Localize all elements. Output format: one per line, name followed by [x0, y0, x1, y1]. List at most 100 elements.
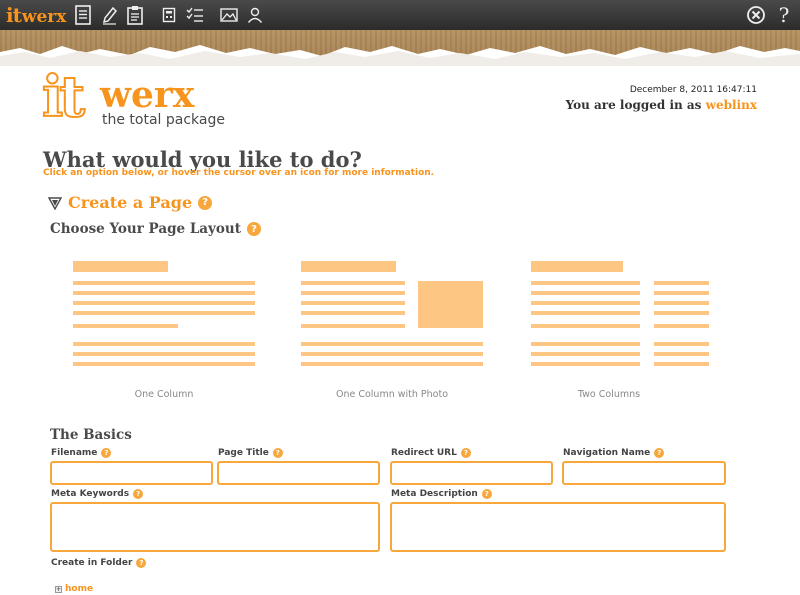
session-datetime: December 8, 2011 16:47:11 — [629, 85, 757, 95]
brand-logo[interactable]: it werx the total package — [41, 63, 242, 131]
pages-icon[interactable] — [72, 4, 94, 26]
filename-label-text: Filename — [51, 448, 98, 458]
calculator-icon[interactable] — [158, 4, 180, 26]
layout-bar — [301, 342, 483, 346]
toolbar-logo[interactable]: it werx — [6, 3, 66, 27]
layout-section-title: Choose Your Page Layout ? — [50, 221, 261, 237]
user-icon[interactable] — [244, 4, 266, 26]
brand-logo-it: it — [41, 63, 86, 131]
folder-tree: + home — [55, 584, 93, 594]
layout-photo-placeholder — [418, 281, 483, 328]
page-title-label-text: Page Title — [218, 448, 269, 458]
help-icon[interactable]: ? — [136, 558, 147, 568]
navigation-name-input[interactable] — [562, 461, 726, 485]
expand-plus-icon[interactable]: + — [55, 585, 62, 593]
layout-bar — [73, 342, 255, 346]
page-subtitle: Click an option below, or hover the curs… — [43, 168, 435, 178]
top-toolbar: it werx ? — [0, 0, 800, 30]
torn-paper-edge — [0, 45, 800, 66]
brand-tagline: the total package — [102, 112, 225, 128]
meta-keywords-input[interactable] — [50, 502, 380, 552]
cardboard-banner — [0, 30, 800, 66]
layout-bar — [73, 362, 255, 366]
brand-logo-werx: werx — [100, 74, 195, 116]
meta-description-input[interactable] — [390, 502, 726, 552]
layout-bar — [531, 362, 640, 366]
clipboard-icon[interactable] — [124, 4, 146, 26]
layout-bar — [654, 352, 709, 356]
help-icon[interactable]: ? — [481, 489, 492, 499]
layout-one-column-photo[interactable] — [301, 258, 483, 370]
help-icon[interactable]: ? — [198, 195, 213, 210]
layout-bar — [531, 342, 640, 346]
layout-label-two-columns[interactable]: Two Columns — [520, 389, 698, 400]
layout-section-title-text: Choose Your Page Layout — [50, 221, 241, 237]
login-username[interactable]: weblinx — [706, 98, 757, 112]
help-icon[interactable]: ? — [460, 448, 471, 458]
layout-bar — [654, 342, 709, 346]
help-icon[interactable]: ? — [133, 489, 144, 499]
layout-bar — [531, 301, 640, 305]
layout-bar — [301, 311, 405, 315]
edit-icon[interactable] — [98, 4, 120, 26]
layout-bar — [654, 291, 709, 295]
toolbar-right-icons: ? — [740, 3, 796, 27]
layout-label-one-column[interactable]: One Column — [73, 389, 255, 400]
layout-bar — [654, 324, 709, 328]
login-prefix: You are logged in as — [565, 98, 702, 112]
navigation-name-label-text: Navigation Name — [563, 448, 651, 458]
layout-bar — [301, 352, 483, 356]
meta-keywords-label-text: Meta Keywords — [51, 489, 130, 499]
help-icon[interactable]: ? — [272, 448, 283, 458]
layout-bar — [73, 301, 255, 305]
folder-tree-item-home[interactable]: home — [65, 584, 93, 594]
layout-bar — [654, 301, 709, 305]
layout-one-column[interactable] — [73, 258, 255, 370]
layout-bar — [73, 324, 178, 328]
layout-bar — [301, 281, 405, 285]
redirect-url-label-text: Redirect URL — [391, 448, 457, 458]
layout-bar — [73, 311, 255, 315]
layout-bar — [73, 291, 255, 295]
page-title-label: Page Title ? — [218, 448, 283, 458]
toolbar-logo-it: it — [6, 3, 22, 27]
layout-bar — [654, 362, 709, 366]
layout-bar — [531, 261, 623, 272]
collapse-arrow-icon[interactable] — [48, 196, 62, 210]
meta-keywords-label: Meta Keywords ? — [51, 489, 144, 499]
help-icon[interactable]: ? — [772, 3, 796, 27]
create-page-section-header[interactable]: Create a Page ? — [48, 193, 213, 212]
navigation-name-label: Navigation Name ? — [563, 448, 665, 458]
filename-label: Filename ? — [51, 448, 112, 458]
create-in-folder-label-text: Create in Folder — [51, 558, 133, 568]
layout-bar — [654, 281, 709, 285]
layout-bar — [73, 261, 168, 272]
page-title-input[interactable] — [217, 461, 380, 485]
meta-description-label-text: Meta Description — [391, 489, 478, 499]
layout-bar — [531, 311, 640, 315]
logout-icon[interactable] — [744, 3, 768, 27]
checklist-icon[interactable] — [184, 4, 206, 26]
help-icon[interactable]: ? — [101, 448, 112, 458]
help-icon[interactable]: ? — [246, 222, 261, 236]
basics-section-title: The Basics — [50, 427, 132, 443]
layout-bar — [531, 352, 640, 356]
redirect-url-input[interactable] — [390, 461, 553, 485]
layout-label-one-column-photo[interactable]: One Column with Photo — [301, 389, 483, 400]
layout-bar — [73, 281, 255, 285]
layout-bar — [301, 291, 405, 295]
layout-bar — [301, 261, 396, 272]
layout-bar — [531, 281, 640, 285]
redirect-url-label: Redirect URL ? — [391, 448, 471, 458]
filename-input[interactable] — [50, 461, 213, 485]
layout-bar — [73, 352, 255, 356]
session-info: December 8, 2011 16:47:11 You are logged… — [566, 85, 757, 112]
layout-bar — [531, 324, 640, 328]
toolbar-logo-werx: werx — [21, 7, 67, 27]
image-icon[interactable] — [218, 4, 240, 26]
help-icon-glyph: ? — [778, 3, 790, 27]
help-icon[interactable]: ? — [654, 448, 665, 458]
layout-bar — [301, 362, 483, 366]
layout-two-columns[interactable] — [531, 258, 709, 370]
layout-bar — [654, 311, 709, 315]
